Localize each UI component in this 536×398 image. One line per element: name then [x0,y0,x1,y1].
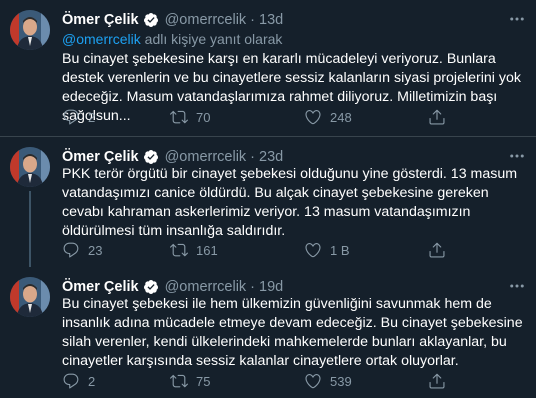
tweet-header: Ömer Çelik @omerrcelik · 19d [62,278,283,296]
more-options-icon[interactable] [508,277,526,295]
tweet-actions: 23 161 1 B [62,240,472,260]
tweet-text: Bu cinayet şebekesi ile hem ülkemizin gü… [62,296,523,369]
share-button[interactable] [428,107,446,127]
tweet-time[interactable]: 19d [259,279,283,295]
reply-context: @omerrcelik adlı kişiye yanıt olarak [62,31,282,47]
like-count: 539 [330,373,352,389]
like-button[interactable]: 248 [304,107,352,127]
heart-icon [305,110,321,125]
like-button[interactable]: 539 [304,371,352,391]
tweet-header: Ömer Çelik @omerrcelik · 13d [62,11,283,29]
like-count: 248 [330,109,352,125]
retweet-count: 161 [196,242,218,258]
tweet-3[interactable]: Ömer Çelik @omerrcelik · 19d Bu cinayet … [0,267,536,398]
tweet-2[interactable]: Ömer Çelik @omerrcelik · 23d PKK terör ö… [0,137,536,267]
reply-icon [63,373,79,389]
reply-icon [63,109,79,125]
share-button[interactable] [428,371,446,391]
tweet-text: PKK terör örgütü bir cinayet şebekesi ol… [62,166,518,239]
share-icon [429,109,445,125]
reply-mention-link[interactable]: @omerrcelik [62,31,141,47]
reply-icon [63,242,79,258]
heart-icon [305,243,321,258]
retweet-count: 75 [196,373,211,389]
retweet-count: 70 [196,109,211,125]
retweet-icon [170,243,188,257]
avatar[interactable] [10,147,50,187]
heart-icon [305,374,321,389]
like-button[interactable]: 1 B [304,240,350,260]
tweet-time[interactable]: 13d [259,12,283,28]
reply-context-text: adlı kişiye yanıt olarak [140,31,283,47]
share-button[interactable] [428,240,446,260]
author-name[interactable]: Ömer Çelik [62,12,139,28]
like-count: 1 B [330,242,350,258]
reply-button[interactable]: 23 [62,240,102,260]
retweet-icon [170,374,188,388]
separator-dot: · [250,149,256,165]
tweet-actions: 2 75 539 [62,371,472,391]
avatar[interactable] [10,10,50,50]
author-name[interactable]: Ömer Çelik [62,279,139,295]
retweet-button[interactable]: 75 [170,371,210,391]
author-handle[interactable]: @omerrcelik [165,149,247,165]
reply-button[interactable]: 2 [62,371,95,391]
verified-badge-icon [143,279,159,295]
author-handle[interactable]: @omerrcelik [165,279,247,295]
tweet-actions: 2 70 248 [62,107,472,127]
retweet-button[interactable]: 70 [170,107,210,127]
verified-badge-icon [143,149,159,165]
verified-badge-icon [143,12,159,28]
tweet-1[interactable]: Ömer Çelik @omerrcelik · 13d @omerrcelik… [0,0,536,136]
more-options-icon[interactable] [508,147,526,165]
share-icon [429,373,445,389]
more-options-icon[interactable] [508,10,526,28]
tweet-time[interactable]: 23d [259,149,283,165]
retweet-button[interactable]: 161 [170,240,218,260]
tweet-header: Ömer Çelik @omerrcelik · 23d [62,148,283,166]
separator-dot: · [250,279,256,295]
avatar[interactable] [10,277,50,317]
separator-dot: · [250,12,256,28]
reply-count: 2 [88,373,96,389]
reply-count: 23 [88,242,103,258]
share-icon [429,242,445,258]
reply-count: 2 [88,109,96,125]
author-name[interactable]: Ömer Çelik [62,149,139,165]
author-handle[interactable]: @omerrcelik [165,12,247,28]
reply-button[interactable]: 2 [62,107,95,127]
thread-connector-line [29,191,31,267]
retweet-icon [170,110,188,124]
